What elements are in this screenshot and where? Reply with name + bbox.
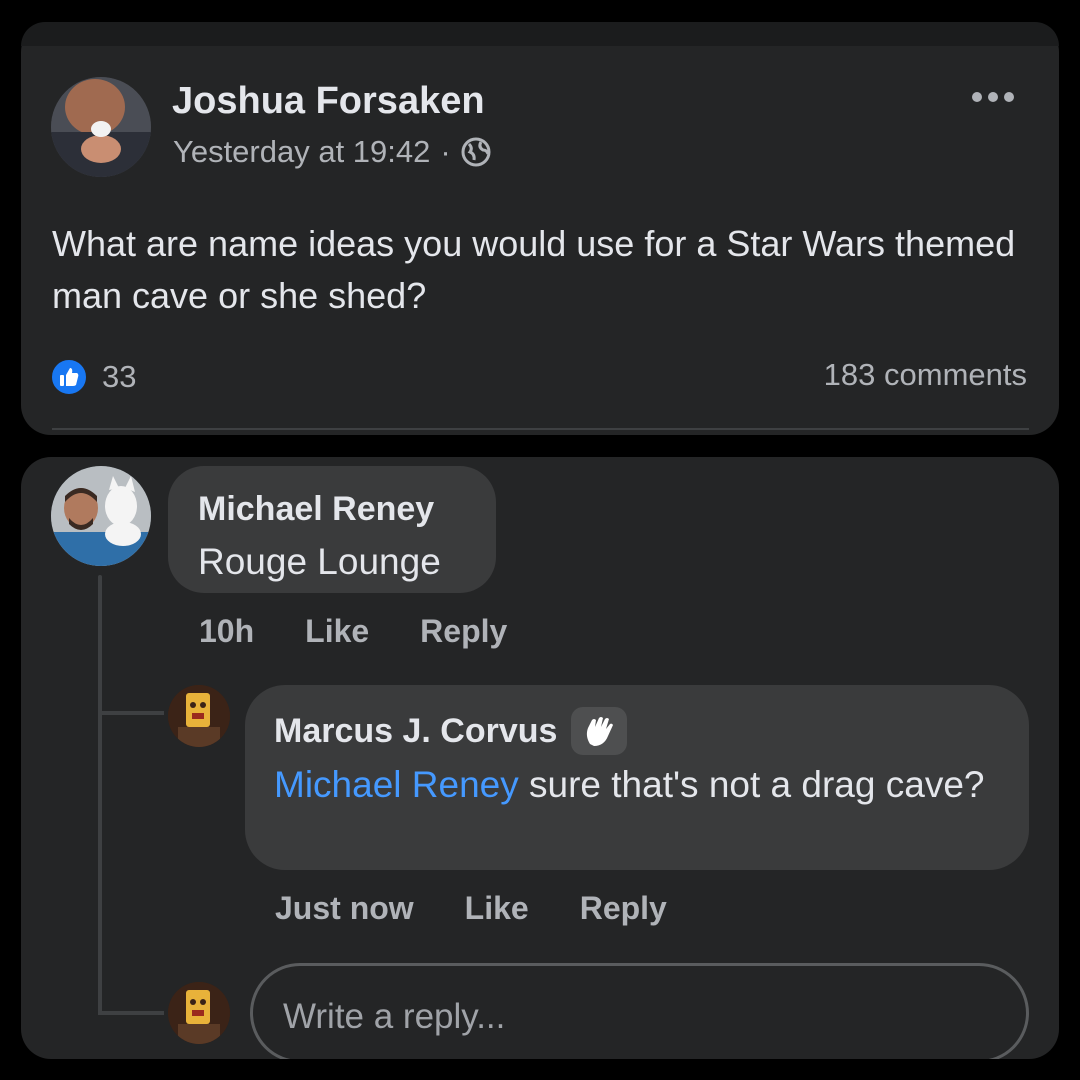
globe-icon: [461, 137, 491, 167]
thread-line: [98, 575, 102, 1015]
post-divider: [52, 428, 1029, 430]
reactions-summary[interactable]: 33: [50, 358, 136, 396]
comment-author-name[interactable]: Michael Reney: [198, 490, 434, 529]
reply-actions: Just now Like Reply: [275, 890, 667, 927]
mention-link[interactable]: Michael Reney: [274, 764, 519, 805]
comment-text: Rouge Lounge: [198, 541, 441, 582]
reply-body: sure that's not a drag cave?: [518, 764, 985, 805]
author-avatar[interactable]: [51, 77, 151, 177]
meta-separator: ·: [440, 134, 451, 169]
like-icon: [50, 358, 88, 396]
reply-time[interactable]: Just now: [275, 890, 414, 927]
reply-author-avatar[interactable]: [168, 685, 230, 747]
post-meta: Yesterday at 19:42 ·: [173, 134, 491, 170]
comment-bubble: Michael Reney Rouge Lounge: [168, 466, 496, 593]
comment-actions: 10h Like Reply: [199, 613, 507, 650]
current-user-avatar: [168, 982, 230, 1044]
post-card: Joshua Forsaken Yesterday at 19:42 · Wha…: [21, 22, 1059, 435]
card-top-strip: [21, 22, 1059, 46]
reply-author-name[interactable]: Marcus J. Corvus: [274, 712, 557, 751]
post-author-name[interactable]: Joshua Forsaken: [172, 80, 485, 123]
comment-reply-button[interactable]: Reply: [420, 613, 507, 650]
comments-count-link[interactable]: 183 comments: [824, 357, 1027, 393]
thread-branch: [98, 711, 164, 715]
more-horizontal-icon: [972, 92, 1014, 102]
reaction-count: 33: [102, 359, 137, 394]
comments-section: Michael Reney Rouge Lounge 10h Like Repl…: [21, 457, 1059, 1059]
thread-branch: [98, 1011, 164, 1015]
reply-reply-button[interactable]: Reply: [580, 890, 667, 927]
comment-like-button[interactable]: Like: [305, 613, 369, 650]
comment-time[interactable]: 10h: [199, 613, 254, 650]
post-text: What are name ideas you would use for a …: [52, 223, 1016, 316]
commenter-avatar[interactable]: [51, 466, 151, 566]
more-options-button[interactable]: [965, 82, 1021, 112]
reply-bubble: Marcus J. Corvus Michael Reney sure that…: [245, 685, 1029, 870]
post-timestamp[interactable]: Yesterday at 19:42: [173, 134, 430, 170]
wave-icon: [571, 707, 628, 755]
reply-header: Marcus J. Corvus: [274, 707, 628, 755]
reply-like-button[interactable]: Like: [465, 890, 529, 927]
write-reply-input[interactable]: Write a reply...: [250, 963, 1029, 1059]
reply-text: Michael Reney sure that's not a drag cav…: [274, 761, 994, 809]
